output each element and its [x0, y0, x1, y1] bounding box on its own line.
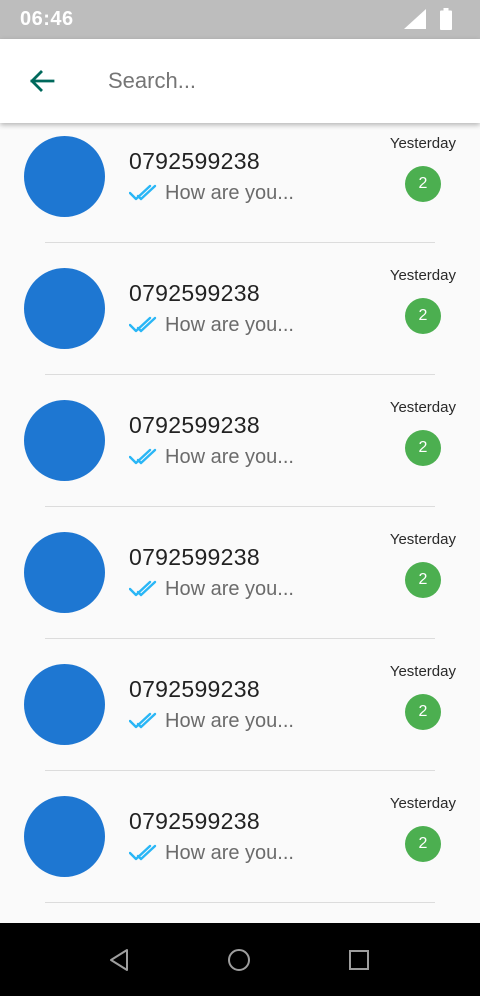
- chat-time: Yesterday: [389, 663, 456, 680]
- battery-icon: [440, 8, 452, 30]
- double-check-icon: [128, 316, 165, 339]
- nav-home-icon[interactable]: [227, 948, 251, 972]
- chat-time: Yesterday: [389, 795, 456, 812]
- navigation-bar: [0, 923, 480, 996]
- chat-list-item[interactable]: 0792599238 How are you... Yesterday 2: [0, 375, 480, 507]
- divider: [45, 902, 435, 903]
- chat-list-item[interactable]: 0792599238 How are you... Yesterday 2: [0, 243, 480, 375]
- chat-time: Yesterday: [389, 267, 456, 284]
- chat-list-item[interactable]: 0792599238 How are you... Yesterday 2: [0, 639, 480, 771]
- status-time: 06:46: [20, 8, 74, 30]
- contact-name: 0792599238: [129, 280, 260, 306]
- search-app-bar: [0, 39, 480, 123]
- avatar[interactable]: [24, 400, 105, 481]
- double-check-icon: [128, 184, 165, 207]
- message-preview: How are you...: [165, 182, 294, 204]
- signal-icon: [404, 9, 426, 29]
- contact-name: 0792599238: [129, 676, 260, 702]
- contact-name: 0792599238: [129, 808, 260, 834]
- unread-count-badge: 2: [405, 562, 441, 598]
- avatar[interactable]: [24, 664, 105, 745]
- chat-list-item[interactable]: 0792599238 How are you... Yesterday 2: [0, 771, 480, 903]
- chat-time: Yesterday: [389, 399, 456, 416]
- message-preview: How are you...: [165, 842, 294, 864]
- unread-count-badge: 2: [405, 826, 441, 862]
- chat-list-item[interactable]: 0792599238 How are you... Yesterday 2: [0, 507, 480, 639]
- nav-back-icon[interactable]: [107, 948, 131, 972]
- double-check-icon: [128, 712, 165, 735]
- avatar[interactable]: [24, 268, 105, 349]
- unread-count-badge: 2: [405, 298, 441, 334]
- chat-time: Yesterday: [389, 135, 456, 152]
- double-check-icon: [128, 844, 165, 867]
- contact-name: 0792599238: [129, 412, 260, 438]
- avatar[interactable]: [24, 136, 105, 217]
- contact-name: 0792599238: [129, 148, 260, 174]
- arrow-back-icon[interactable]: [26, 65, 58, 97]
- double-check-icon: [128, 580, 165, 603]
- unread-count-badge: 2: [405, 694, 441, 730]
- double-check-icon: [128, 448, 165, 471]
- avatar[interactable]: [24, 532, 105, 613]
- contact-name: 0792599238: [129, 544, 260, 570]
- message-preview: How are you...: [165, 578, 294, 600]
- message-preview: How are you...: [165, 314, 294, 336]
- message-preview: How are you...: [165, 446, 294, 468]
- status-bar: 06:46: [0, 0, 480, 39]
- chat-time: Yesterday: [389, 531, 456, 548]
- unread-count-badge: 2: [405, 430, 441, 466]
- message-preview: How are you...: [165, 710, 294, 732]
- nav-recents-icon[interactable]: [348, 949, 370, 971]
- search-input[interactable]: [108, 61, 448, 101]
- chat-list-item[interactable]: 0792599238 How are you... Yesterday 2: [0, 111, 480, 243]
- unread-count-badge: 2: [405, 166, 441, 202]
- chat-list[interactable]: 0792599238 How are you... Yesterday 2 079259…: [0, 111, 480, 923]
- avatar[interactable]: [24, 796, 105, 877]
